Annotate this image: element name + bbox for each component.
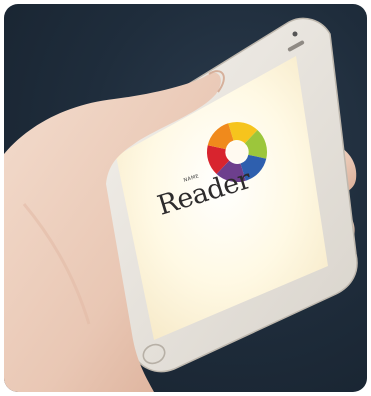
photo-scene: NAME Reader (4, 4, 367, 392)
camera-icon (292, 31, 298, 37)
image-frame: NAME Reader (0, 0, 371, 396)
